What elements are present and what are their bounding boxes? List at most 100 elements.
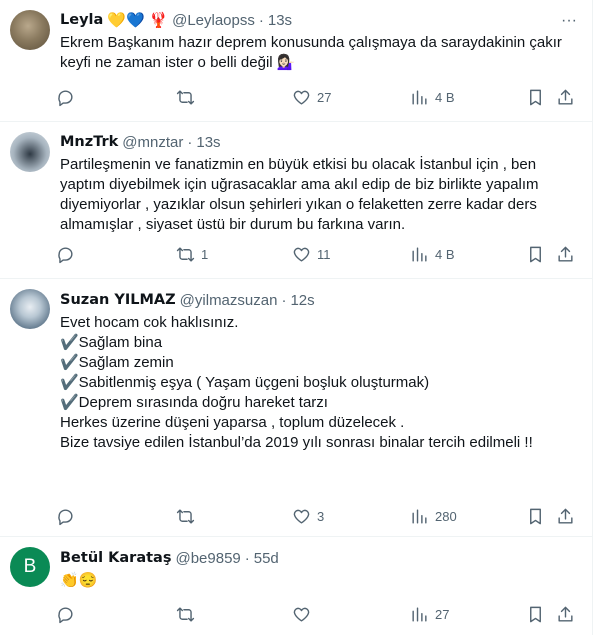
action-bar: 27 4 B bbox=[56, 87, 584, 107]
share-icon bbox=[558, 606, 573, 622]
share-button[interactable] bbox=[556, 244, 575, 264]
like-icon bbox=[293, 607, 310, 622]
avatar[interactable]: B bbox=[10, 547, 50, 587]
like-icon bbox=[293, 90, 310, 105]
name-emoji: 💛💙 🦞 bbox=[107, 11, 169, 29]
more-icon[interactable]: ··· bbox=[560, 12, 578, 30]
share-button[interactable] bbox=[556, 506, 575, 526]
separator-dot: · bbox=[244, 550, 250, 567]
share-button[interactable] bbox=[556, 604, 575, 624]
avatar[interactable] bbox=[10, 289, 50, 329]
tweet-text-line: diyemiyorlar , yazıklar olsun şehirleri … bbox=[60, 196, 537, 213]
views-button[interactable]: 4 B bbox=[410, 87, 455, 107]
like-icon bbox=[293, 247, 310, 262]
views-count: 4 B bbox=[435, 89, 455, 105]
views-button[interactable]: 4 B bbox=[410, 244, 455, 264]
retweet-button[interactable] bbox=[176, 506, 201, 526]
timestamp[interactable]: 12s bbox=[290, 291, 314, 310]
like-icon bbox=[293, 509, 310, 524]
action-bar: 1 11 4 B bbox=[56, 244, 584, 264]
bookmark-icon bbox=[530, 606, 541, 622]
views-button[interactable]: 27 bbox=[410, 604, 449, 624]
reply-button[interactable] bbox=[56, 244, 81, 264]
separator-dot: · bbox=[281, 292, 287, 309]
views-icon bbox=[412, 508, 427, 524]
reply-icon bbox=[58, 89, 73, 106]
tweet-text: Ekrem Başkanım hazır deprem konusunda ça… bbox=[60, 33, 580, 73]
share-button[interactable] bbox=[556, 87, 575, 107]
timestamp[interactable]: 55d bbox=[254, 549, 279, 568]
avatar[interactable] bbox=[10, 10, 50, 50]
bookmark-button[interactable] bbox=[526, 87, 545, 107]
user-handle[interactable]: @yilmazsuzan bbox=[180, 291, 278, 310]
tweet[interactable]: Suzan YILMAZ @yilmazsuzan · 12s Evet hoc… bbox=[0, 279, 592, 537]
separator-dot: · bbox=[258, 12, 264, 29]
display-name[interactable]: MnzTrk bbox=[60, 133, 118, 152]
bookmark-button[interactable] bbox=[526, 506, 545, 526]
timestamp[interactable]: 13s bbox=[268, 11, 292, 30]
tweet-text-line: yaptım diyebilmek için uğrasacaklar ama … bbox=[60, 176, 539, 193]
tweet-text: 👏😔 bbox=[60, 571, 580, 591]
retweet-count: 1 bbox=[201, 246, 209, 262]
timeline-feed: Leyla 💛💙 🦞 @Leylaopss · 13s ··· Ekrem Ba… bbox=[0, 0, 593, 635]
bookmark-icon bbox=[530, 508, 541, 524]
timestamp[interactable]: 13s bbox=[196, 133, 220, 152]
tweet-text-line: Ekrem Başkanım hazır deprem konusunda ça… bbox=[60, 34, 562, 51]
tweet-text-line: 👏😔 bbox=[60, 572, 98, 589]
retweet-button[interactable] bbox=[176, 604, 201, 624]
tweet-header: Betül Karataş @be9859 · 55d bbox=[60, 549, 279, 568]
retweet-icon bbox=[176, 508, 195, 524]
bookmark-icon bbox=[530, 246, 541, 262]
tweet-text-line: keyfi ne zaman ister o belli değil 💁🏻‍♀️ bbox=[60, 54, 296, 71]
like-button[interactable] bbox=[292, 604, 317, 624]
tweet-header: MnzTrk @mnztar · 13s bbox=[60, 133, 221, 152]
retweet-button[interactable] bbox=[176, 87, 201, 107]
retweet-icon bbox=[176, 89, 195, 105]
tweet-text-line: Herkes üzerine düşeni yaparsa , toplum d… bbox=[60, 414, 405, 431]
display-name[interactable]: Leyla bbox=[60, 11, 103, 30]
user-handle[interactable]: @mnztar bbox=[122, 133, 183, 152]
tweet-text: Partileşmenin ve fanatizmin en büyük etk… bbox=[60, 155, 580, 235]
views-count: 27 bbox=[435, 606, 450, 622]
display-name[interactable]: Betül Karataş bbox=[60, 549, 171, 568]
share-icon bbox=[558, 508, 573, 524]
views-button[interactable]: 280 bbox=[410, 506, 457, 526]
reply-icon bbox=[58, 606, 73, 623]
tweet-text-line: ✔️Deprem sırasında doğru hareket tarzı bbox=[60, 394, 328, 411]
tweet-text-line: Partileşmenin ve fanatizmin en büyük etk… bbox=[60, 156, 537, 173]
tweet-header: Suzan YILMAZ @yilmazsuzan · 12s bbox=[60, 291, 315, 310]
user-handle[interactable]: @be9859 bbox=[175, 549, 240, 568]
tweet-text-line: ✔️Sabitlenmiş eşya ( Yaşam üçgeni boşluk… bbox=[60, 374, 430, 391]
like-button[interactable]: 3 bbox=[292, 506, 324, 526]
reply-icon bbox=[58, 246, 73, 263]
retweet-icon bbox=[176, 246, 195, 262]
share-icon bbox=[558, 246, 573, 262]
bookmark-icon bbox=[530, 89, 541, 105]
action-bar: 3 280 bbox=[56, 506, 584, 526]
tweet-text-line: Bize tavsiye edilen İstanbul’da 2019 yıl… bbox=[60, 434, 533, 451]
reply-button[interactable] bbox=[56, 506, 81, 526]
tweet-text-line: ✔️Sağlam zemin bbox=[60, 354, 174, 371]
display-name[interactable]: Suzan YILMAZ bbox=[60, 291, 176, 310]
like-count: 27 bbox=[317, 89, 332, 105]
tweet[interactable]: MnzTrk @mnztar · 13s Partileşmenin ve fa… bbox=[0, 122, 592, 279]
separator-dot: · bbox=[187, 134, 193, 151]
reply-button[interactable] bbox=[56, 604, 81, 624]
reply-button[interactable] bbox=[56, 87, 81, 107]
share-icon bbox=[558, 89, 573, 105]
bookmark-button[interactable] bbox=[526, 604, 545, 624]
tweet-header: Leyla 💛💙 🦞 @Leylaopss · 13s bbox=[60, 11, 292, 30]
like-button[interactable]: 11 bbox=[292, 244, 331, 264]
like-count: 11 bbox=[317, 246, 331, 262]
reply-icon bbox=[58, 508, 73, 525]
user-handle[interactable]: @Leylaopss bbox=[172, 11, 255, 30]
retweet-icon bbox=[176, 606, 195, 622]
retweet-button[interactable]: 1 bbox=[176, 244, 208, 264]
tweet[interactable]: B Betül Karataş @be9859 · 55d 👏😔 27 bbox=[0, 537, 592, 635]
avatar[interactable] bbox=[10, 132, 50, 172]
like-button[interactable]: 27 bbox=[292, 87, 331, 107]
tweet[interactable]: Leyla 💛💙 🦞 @Leylaopss · 13s ··· Ekrem Ba… bbox=[0, 0, 592, 122]
action-bar: 27 bbox=[56, 604, 584, 624]
tweet-text: Evet hocam cok haklısınız. ✔️Sağlam bina… bbox=[60, 313, 580, 453]
bookmark-button[interactable] bbox=[526, 244, 545, 264]
